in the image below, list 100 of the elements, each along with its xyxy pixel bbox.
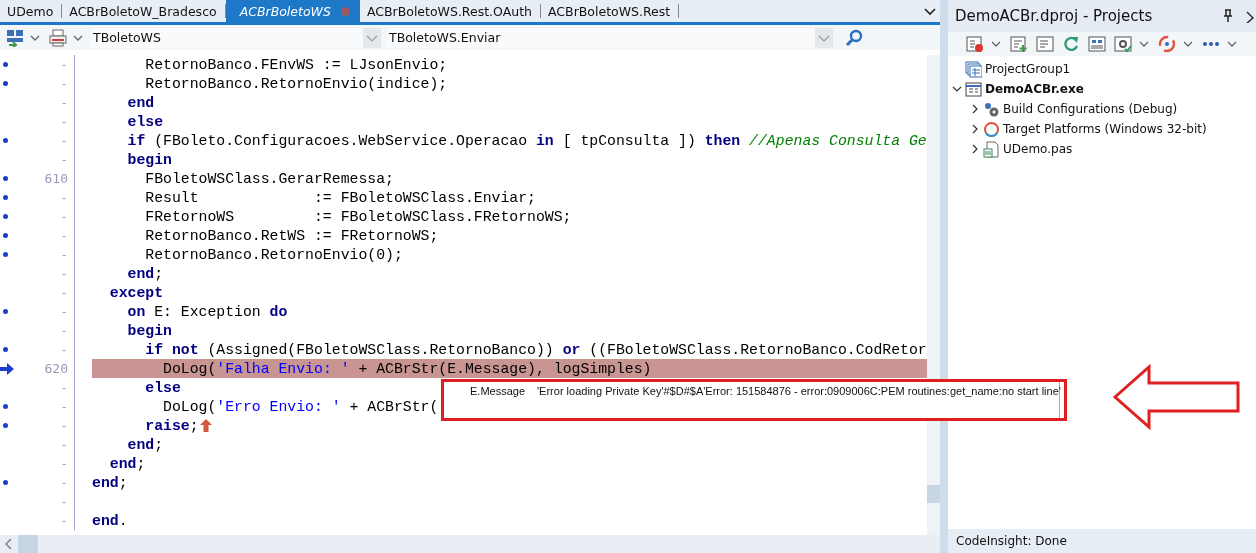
breakpoint-dot-icon[interactable] — [3, 233, 8, 238]
breakpoint-dot-icon[interactable] — [3, 404, 8, 409]
printer-icon[interactable] — [49, 28, 67, 47]
code-line: end; — [92, 474, 128, 491]
line-number: - — [60, 399, 68, 414]
line-number: - — [60, 95, 68, 110]
tooltip-value: 'Error loading Private Key'#$D#$A'Error: 151584876 - error:0909006C:PEM routines:get_name:no start line' — [537, 385, 1061, 397]
line-number: - — [60, 266, 68, 281]
line-number: - — [60, 114, 68, 129]
scrollbar-thumb[interactable] — [18, 535, 38, 553]
code-line: if not (Assigned(FBoletoWSClass.RetornoBanco)) or ((FBoletoWSClass.RetornoBanco.CodRetor — [144, 341, 927, 358]
editor-tab[interactable]: ACBrBoletoWS — [225, 0, 360, 22]
target-ring-icon[interactable] — [1158, 35, 1176, 53]
code-line: RetornoBanco.RetornoEnvio(0); — [144, 246, 403, 263]
line-number: - — [60, 190, 68, 205]
code-line: end; — [126, 436, 164, 453]
code-line: end; — [108, 455, 146, 472]
code-line: DoLog('Erro Envio: ' + ACBrStr( — [162, 398, 439, 415]
line-number: - — [60, 285, 68, 300]
code-line: RetornoBanco.RetWS := FRetornoWS; — [144, 227, 439, 244]
breakpoint-dot-icon[interactable] — [3, 214, 8, 219]
code-line: end; — [126, 265, 164, 282]
method-dropdown[interactable]: TBoletoWS.Enviar — [387, 27, 833, 48]
search-icon[interactable] — [845, 28, 863, 47]
code-line: begin — [126, 151, 172, 168]
code-line: begin — [126, 322, 172, 339]
line-number: - — [60, 57, 68, 72]
line-number: - — [60, 152, 68, 167]
code-line: else — [126, 113, 164, 130]
scrollbar-thumb[interactable] — [926, 485, 940, 503]
close-icon[interactable] — [1246, 9, 1254, 23]
pin-icon[interactable] — [1222, 9, 1234, 23]
breakpoint-dot-icon[interactable] — [3, 176, 8, 181]
breakpoint-dot-icon[interactable] — [3, 252, 8, 257]
modified-dot-icon — [340, 6, 350, 16]
grid-window-icon[interactable] — [1088, 35, 1106, 53]
tree-item[interactable]: DemoACBr.exe — [985, 82, 1084, 96]
breakpoint-dot-icon[interactable] — [3, 347, 8, 352]
application-icon — [965, 80, 982, 98]
line-number: - — [60, 494, 68, 509]
code-line: FBoletoWSClass.GerarRemessa; — [144, 170, 394, 187]
remove-project-icon[interactable] — [966, 35, 984, 53]
file-icon — [983, 140, 1000, 158]
breakpoint-dot-icon[interactable] — [3, 138, 8, 143]
line-number: - — [60, 456, 68, 471]
line-number: - — [60, 323, 68, 338]
line-number: - — [60, 342, 68, 357]
code-line: FRetornoWS := FBoletoWSClass.FRetornoWS; — [144, 208, 572, 225]
editor-tab[interactable]: ACBrBoletoWS.Rest — [541, 4, 680, 18]
line-number: - — [60, 475, 68, 490]
gear-check-icon[interactable] — [1114, 35, 1132, 53]
tree-item[interactable]: UDemo.pas — [1003, 142, 1073, 156]
line-number: - — [60, 247, 68, 262]
horizontal-scrollbar[interactable] — [0, 535, 940, 553]
line-number: - — [60, 380, 68, 395]
line-number: - — [60, 437, 68, 452]
code-line: RetornoBanco.FEnvWS := LJsonEnvio; — [144, 56, 448, 73]
line-number: - — [60, 304, 68, 319]
tree-item[interactable]: Target Platforms (Windows 32-bit) — [1003, 122, 1207, 136]
scroll-left-icon[interactable] — [4, 538, 14, 550]
callout-arrow-icon — [1113, 364, 1241, 430]
line-number: 610 — [44, 171, 68, 186]
breakpoint-dot-icon[interactable] — [3, 195, 8, 200]
ring-icon — [983, 120, 1000, 138]
layout-icon[interactable] — [6, 28, 24, 47]
gears-icon — [983, 100, 1000, 118]
code-line: if (FBoleto.Configuracoes.WebService.Operacao in [ tpConsulta ]) then //Apenas Consulta Ge — [126, 132, 927, 149]
code-line: DoLog('Falha Envio: ' + ACBrStr(E.Message), logSimples) — [162, 360, 652, 377]
code-line: else — [144, 379, 181, 396]
breakpoint-dot-icon[interactable] — [3, 423, 8, 428]
line-number: - — [60, 209, 68, 224]
breakpoint-dot-icon[interactable] — [3, 480, 8, 485]
line-number: - — [60, 133, 68, 148]
refresh-icon[interactable] — [1062, 35, 1080, 53]
code-line: except — [108, 284, 164, 301]
editor-tab[interactable]: ACBrBoletoW_Bradesco — [62, 4, 226, 18]
line-number: - — [60, 513, 68, 528]
line-number: - — [60, 76, 68, 91]
line-number: - — [60, 418, 68, 433]
breakpoint-dot-icon[interactable] — [3, 62, 8, 67]
tree-item[interactable]: Build Configurations (Debug) — [1003, 102, 1178, 116]
breakpoint-dot-icon[interactable] — [3, 81, 8, 86]
chevron-down-icon — [924, 5, 936, 17]
code-line: end. — [92, 512, 128, 529]
code-line: end — [126, 94, 155, 111]
code-line: Result := FBoletoWSClass.Enviar; — [144, 189, 536, 206]
code-line: on E: Exception do — [126, 303, 288, 320]
line-number: - — [60, 228, 68, 243]
breakpoint-dot-icon[interactable] — [3, 309, 8, 314]
tree-item[interactable]: ProjectGroup1 — [985, 62, 1071, 76]
editor-tab[interactable]: UDemo — [0, 4, 63, 18]
add-project-icon[interactable] — [1010, 35, 1028, 53]
tooltip-expression: E.Message — [470, 385, 527, 397]
code-line: RetornoBanco.RetornoEnvio(indice); — [144, 75, 448, 92]
class-dropdown[interactable]: TBoletoWS — [91, 27, 381, 48]
project-group-icon — [965, 60, 982, 78]
code-line: raise; — [144, 417, 199, 434]
line-number: 620 — [44, 361, 68, 376]
editor-tab[interactable]: ACBrBoletoWS.Rest.OAuth — [359, 4, 541, 18]
status-bar: CodeInsight: Done — [948, 529, 1256, 553]
